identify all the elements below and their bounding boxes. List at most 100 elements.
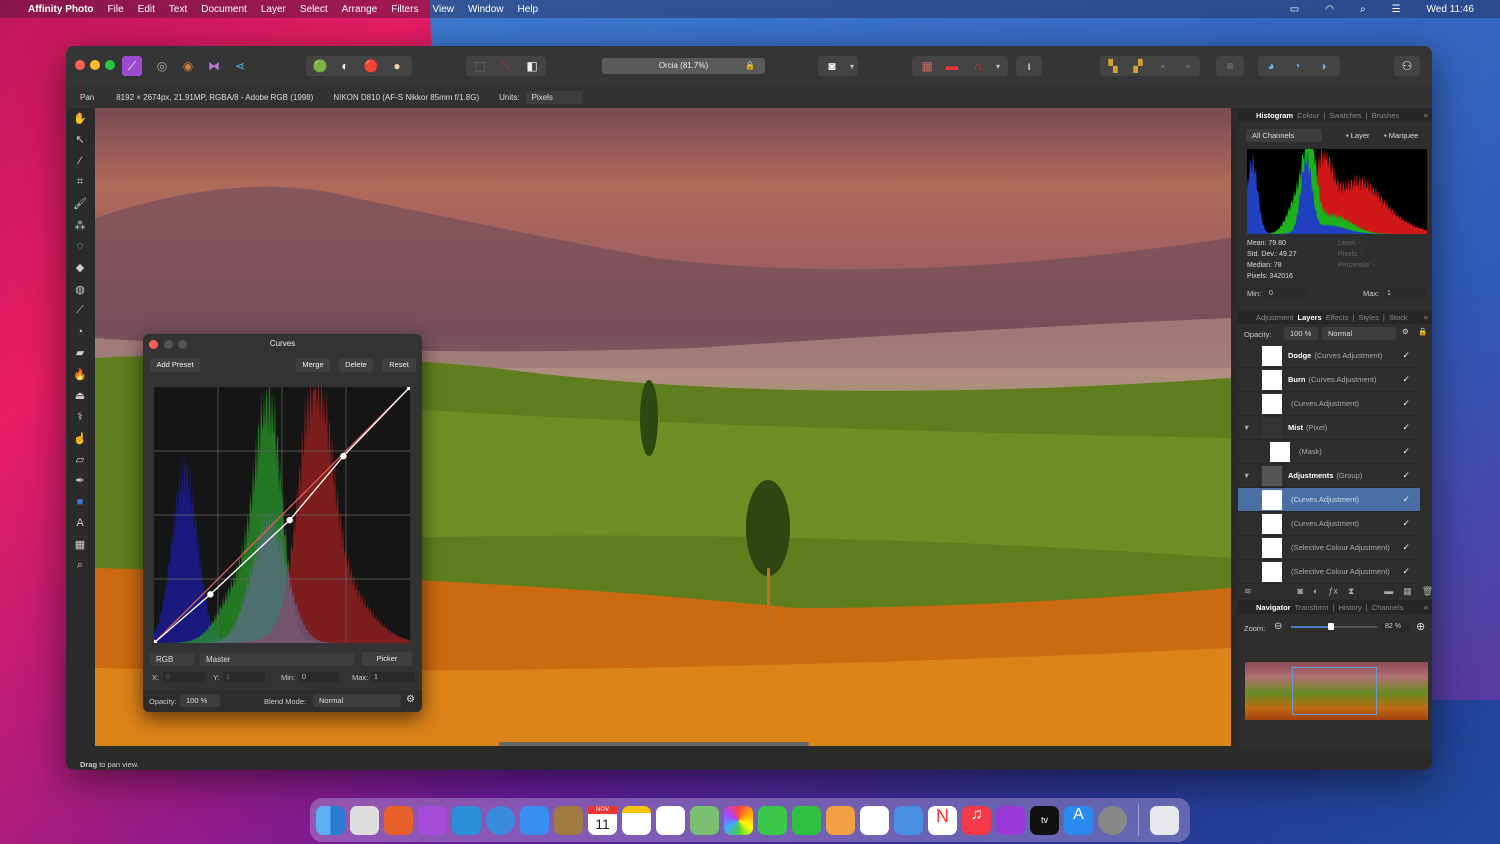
layers-stack-icon[interactable]: ≋ (1244, 586, 1252, 597)
podcasts-icon[interactable] (996, 805, 1025, 835)
tab-layers[interactable]: Layers (1298, 313, 1322, 322)
layer-row[interactable]: (Selective Colour Adjustment) ✓ (1238, 560, 1420, 584)
menu-window[interactable]: Window (468, 4, 504, 15)
user-account-icon[interactable]: ⚇ (1397, 56, 1417, 76)
zoom-value-field[interactable]: 82 % (1382, 621, 1410, 632)
max-field[interactable]: 1 (371, 672, 415, 683)
move-back-icon[interactable]: ▚ (1103, 56, 1123, 76)
marquee-checkbox[interactable]: ▪ Marquee (1384, 131, 1418, 140)
reset-button[interactable]: Reset (382, 358, 416, 372)
blend-mode-select[interactable]: Normal (313, 694, 401, 707)
paint-brush-tool-icon[interactable]: ⟋ (66, 300, 94, 321)
blend-mode-select[interactable]: Normal (1322, 327, 1396, 340)
battery-icon[interactable]: ▭ (1290, 4, 1299, 15)
tab-styles[interactable]: Styles (1358, 313, 1378, 322)
layer-visibility-checkbox[interactable]: ✓ (1402, 542, 1410, 553)
develop-persona-icon[interactable]: ◉ (178, 56, 198, 76)
x-field[interactable]: 0 (163, 672, 205, 683)
layer-visibility-checkbox[interactable]: ✓ (1402, 398, 1410, 409)
music-icon[interactable]: ♫ (962, 805, 991, 835)
channel-select[interactable]: Master (200, 653, 354, 666)
pen-tool-icon[interactable]: ✒ (66, 470, 94, 491)
document-title[interactable]: Orcia (81.7%) 🔒 (602, 58, 765, 74)
navigator-thumbnail[interactable] (1245, 662, 1428, 720)
curve-control-point[interactable] (207, 591, 214, 598)
min-field[interactable]: 0 (299, 672, 339, 683)
close-dialog-button[interactable] (149, 340, 158, 349)
align-icon[interactable]: ≡ (1220, 56, 1240, 76)
add-preset-button[interactable]: Add Preset (150, 358, 200, 372)
opacity-field[interactable]: 100 % (180, 694, 220, 707)
layer-row[interactable]: ▼ Mist (Pixel) ✓ (1238, 416, 1420, 440)
gradient-tool-icon[interactable]: ◍ (66, 278, 94, 299)
zoom-tool-icon[interactable]: ⌕ (66, 555, 94, 576)
flood-fill-tool-icon[interactable]: ◆ (66, 257, 94, 278)
menu-document[interactable]: Document (201, 4, 247, 15)
disclosure-triangle-icon[interactable]: ▼ (1243, 423, 1250, 432)
contacts-icon[interactable] (554, 805, 583, 835)
invert-selection-icon[interactable]: ◧ (522, 56, 542, 76)
panel-menu-icon[interactable]: ≡ (1424, 603, 1428, 612)
fx-icon[interactable]: ƒx (1328, 586, 1338, 596)
add-pixel-layer-icon[interactable]: ▦ (1403, 586, 1412, 597)
info-icon[interactable]: ı (1019, 56, 1039, 76)
pages-icon[interactable] (826, 805, 855, 835)
color-space-select[interactable]: RGB (150, 653, 194, 666)
app-store-icon[interactable]: A (1064, 805, 1093, 835)
smudge-tool-icon[interactable]: ☝ (66, 427, 94, 448)
clone-tool-icon[interactable]: ⏏ (66, 385, 94, 406)
text-tool-icon[interactable]: A (66, 513, 94, 534)
notes-icon[interactable] (622, 805, 651, 835)
system-preferences-icon[interactable] (1098, 805, 1127, 835)
photo-persona-icon[interactable]: ⟋ (122, 56, 142, 76)
deselect-icon[interactable]: ⟍ (496, 56, 516, 76)
intersect-geometry-icon[interactable]: ◑ (1313, 56, 1333, 76)
color-replacement-tool-icon[interactable]: ◔ (66, 321, 94, 342)
flood-select-tool-icon[interactable]: ⁂ (66, 214, 94, 235)
layer-row[interactable]: (Mask) ✓ (1238, 440, 1420, 464)
layer-row[interactable]: (Curves Adjustment) ✓ (1238, 488, 1420, 512)
tab-navigator[interactable]: Navigator (1256, 603, 1291, 612)
menu-app-name[interactable]: Affinity Photo (28, 4, 94, 15)
layer-visibility-checkbox[interactable]: ✓ (1402, 494, 1410, 505)
menu-help[interactable]: Help (518, 4, 539, 15)
color-picker-tool-icon[interactable]: ⁄ (66, 151, 94, 172)
curve-control-point[interactable] (286, 516, 293, 524)
layer-visibility-checkbox[interactable]: ✓ (1402, 518, 1410, 529)
menu-select[interactable]: Select (300, 4, 328, 15)
tab-transform[interactable]: Transform (1295, 603, 1329, 612)
erase-tool-icon[interactable]: ▰ (66, 342, 94, 363)
quick-mask-icon[interactable]: ◙ (822, 56, 842, 76)
news-icon[interactable]: N (928, 805, 957, 835)
layer-visibility-checkbox[interactable]: ✓ (1402, 446, 1410, 457)
reminders-icon[interactable] (656, 805, 685, 835)
menu-arrange[interactable]: Arrange (342, 4, 378, 15)
min-field[interactable]: 0 (1266, 288, 1308, 299)
chevron-down-icon[interactable]: ▾ (842, 56, 862, 76)
move-to-back-icon[interactable]: ▪ (1153, 56, 1173, 76)
delete-button[interactable]: Delete (339, 358, 373, 372)
tab-channels[interactable]: Channels (1372, 603, 1404, 612)
mesh-warp-tool-icon[interactable]: ▦ (66, 534, 94, 555)
lock-icon[interactable]: 🔒 (745, 58, 755, 74)
layer-visibility-checkbox[interactable]: ✓ (1402, 350, 1410, 361)
finder-icon[interactable] (316, 805, 345, 835)
shape-tool-icon[interactable]: ■ (66, 491, 94, 512)
move-to-front-icon[interactable]: ▪ (1178, 56, 1198, 76)
close-window-button[interactable] (75, 60, 85, 70)
blemish-tool-icon[interactable]: ⚕ (66, 406, 94, 427)
grid-icon[interactable]: ▦ (917, 56, 937, 76)
maps-icon[interactable] (690, 805, 719, 835)
add-geometry-icon[interactable]: ◕ (1261, 56, 1281, 76)
y-field[interactable]: 1 (223, 672, 265, 683)
photos-icon[interactable] (724, 805, 753, 835)
tab-adjustment[interactable]: Adjustment (1256, 313, 1294, 322)
marquee-icon[interactable]: ⬚ (470, 56, 490, 76)
layer-row[interactable]: ▼ Adjustments (Group) ✓ (1238, 464, 1420, 488)
launchpad-icon[interactable] (350, 805, 379, 835)
tone-mapping-persona-icon[interactable]: ⧓ (204, 56, 224, 76)
tab-histogram[interactable]: Histogram (1256, 111, 1293, 120)
merge-button[interactable]: Merge (296, 358, 330, 372)
max-field[interactable]: 1 (1384, 288, 1426, 299)
layer-row[interactable]: (Curves Adjustment) ✓ (1238, 512, 1420, 536)
